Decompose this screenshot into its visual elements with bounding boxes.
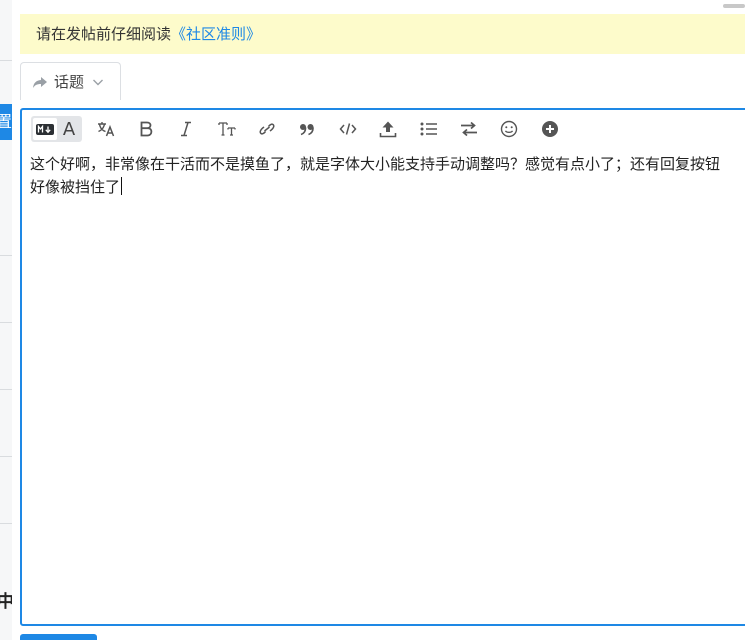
topic-button[interactable]: 话题	[20, 62, 121, 100]
divider	[0, 322, 12, 323]
emoji-button[interactable]	[497, 117, 521, 141]
share-arrow-icon	[33, 76, 47, 88]
background-page-strip: 置 中	[0, 0, 12, 640]
markdown-mode-button[interactable]	[33, 118, 57, 140]
link-icon	[259, 123, 275, 135]
code-button[interactable]	[336, 117, 360, 141]
swap-icon	[461, 121, 477, 137]
heading-icon	[218, 122, 236, 136]
list-button[interactable]	[417, 117, 441, 141]
link-button[interactable]	[255, 117, 279, 141]
divider	[0, 456, 12, 457]
background-tab-text: 置	[0, 112, 12, 131]
code-icon	[339, 123, 357, 135]
scrollbar-thumb[interactable]	[723, 4, 745, 8]
post-body-text: 这个好啊，非常像在干活而不是摸鱼了，就是字体大小能支持手动调整吗？感觉有点小了；…	[30, 155, 721, 196]
divider	[0, 389, 12, 390]
italic-icon	[181, 121, 191, 137]
chevron-down-icon	[93, 79, 104, 85]
upload-button[interactable]	[376, 117, 400, 141]
post-editor[interactable]: A 这个好啊，非常像在干活而不是摸鱼了，就是字体大小能支持手动调整吗？感觉有点小…	[20, 108, 745, 626]
quote-button[interactable]	[295, 117, 319, 141]
bold-icon	[140, 121, 153, 137]
plus-circle-icon	[542, 121, 558, 137]
list-icon	[420, 122, 437, 136]
rich-text-mode-button[interactable]: A	[58, 118, 80, 140]
community-guidelines-link[interactable]: 《社区准则》	[171, 25, 261, 43]
divider	[0, 60, 12, 61]
guideline-notice: 请在发帖前仔细阅读《社区准则》	[20, 14, 745, 54]
translate-icon	[98, 122, 115, 137]
swap-button[interactable]	[457, 117, 481, 141]
emoji-icon	[500, 120, 518, 138]
background-active-tab[interactable]: 置	[0, 104, 12, 140]
editor-mode-toggle: A	[31, 116, 82, 142]
translate-button[interactable]	[94, 117, 118, 141]
notice-text: 请在发帖前仔细阅读《社区准则》	[36, 24, 261, 44]
divider	[0, 523, 12, 524]
editor-content[interactable]: 这个好啊，非常像在干活而不是摸鱼了，就是字体大小能支持手动调整吗？感觉有点小了；…	[30, 153, 730, 199]
italic-button[interactable]	[174, 117, 198, 141]
upload-icon	[379, 121, 397, 138]
insert-more-button[interactable]	[538, 117, 562, 141]
background-text: 中	[0, 592, 12, 612]
topic-label: 话题	[54, 73, 85, 91]
heading-button[interactable]	[215, 117, 239, 141]
notice-message: 请在发帖前仔细阅读	[36, 25, 172, 43]
markdown-icon	[36, 123, 54, 135]
text-cursor	[121, 177, 123, 195]
divider	[0, 255, 12, 256]
post-dialog: 请在发帖前仔细阅读《社区准则》 话题 A 这个好啊，非常像在干活而不是摸鱼了，就…	[12, 0, 745, 640]
bold-button[interactable]	[134, 117, 158, 141]
submit-button[interactable]	[20, 634, 97, 640]
quote-icon	[300, 124, 314, 136]
editor-toolbar: A	[22, 110, 745, 148]
